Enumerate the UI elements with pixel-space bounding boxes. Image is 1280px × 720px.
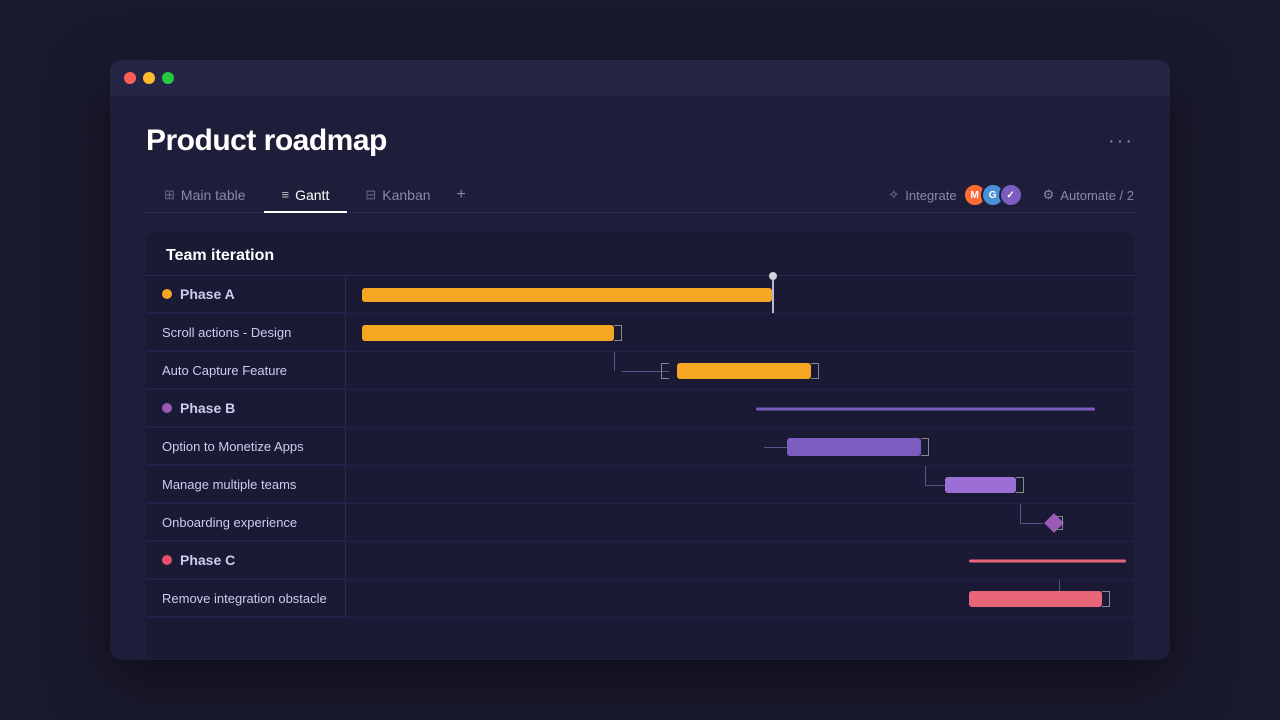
page-title: Product roadmap (146, 124, 387, 158)
add-tab-button[interactable]: + (449, 178, 474, 212)
kanban-icon: ⊟ (365, 187, 376, 203)
onboarding-connector-h (1020, 523, 1044, 524)
task-scroll-actions-chart (346, 314, 1134, 352)
today-dot (769, 272, 777, 280)
automate-button[interactable]: ⚙ Automate / 2 (1043, 187, 1134, 203)
tab-kanban[interactable]: ⊟ Kanban (347, 179, 448, 213)
phase-b-dot (162, 403, 172, 413)
phase-b-line (756, 407, 1095, 410)
gantt-section-title: Team iteration (166, 247, 274, 264)
onboarding-connector-v (1020, 504, 1021, 523)
tab-actions: ✧ Integrate M G ✓ ⚙ Automate / 2 (888, 183, 1134, 207)
connector-bracket-3 (811, 363, 819, 379)
manage-bar (945, 477, 1016, 493)
task-scroll-actions-label: Scroll actions - Design (146, 314, 346, 351)
gantt-icon: ≡ (282, 187, 290, 202)
phase-a-bar (362, 288, 772, 302)
manage-connector-v (925, 466, 926, 485)
phase-c-row: Phase C (146, 542, 1134, 580)
tab-main-table[interactable]: ⊞ Main table (146, 179, 264, 213)
tab-gantt-label: Gantt (295, 187, 329, 203)
maximize-button[interactable] (162, 72, 174, 84)
phase-a-label: Phase A (146, 276, 346, 313)
auto-capture-connector-v (614, 352, 615, 371)
task-scroll-actions-row: Scroll actions - Design (146, 314, 1134, 352)
phase-c-line (969, 559, 1127, 562)
close-button[interactable] (124, 72, 136, 84)
task-manage-label: Manage multiple teams (146, 466, 346, 503)
task-auto-capture-row: Auto Capture Feature (146, 352, 1134, 390)
phase-c-label: Phase C (146, 542, 346, 579)
phase-b-label: Phase B (146, 390, 346, 427)
phase-c-dot (162, 555, 172, 565)
tab-kanban-label: Kanban (382, 187, 430, 203)
task-onboarding-label: Onboarding experience (146, 504, 346, 541)
task-monetize-row: Option to Monetize Apps (146, 428, 1134, 466)
connector-bracket-2 (661, 363, 669, 379)
phase-a-dot (162, 289, 172, 299)
integrate-label: Integrate (905, 188, 956, 203)
avatar-group: M G ✓ (963, 183, 1023, 207)
task-monetize-chart (346, 428, 1134, 466)
phase-b-row: Phase B (146, 390, 1134, 428)
phase-a-chart (346, 276, 1134, 314)
more-options-button[interactable]: ··· (1108, 130, 1134, 153)
automate-label: Automate / 2 (1060, 188, 1134, 203)
avatar-3: ✓ (999, 183, 1023, 207)
phase-b-chart (346, 390, 1134, 428)
remove-bracket (1102, 591, 1110, 607)
page-header: Product roadmap ··· (146, 124, 1134, 158)
onboarding-bracket (1055, 516, 1063, 530)
task-onboarding-chart (346, 504, 1134, 542)
minimize-button[interactable] (143, 72, 155, 84)
monetize-bracket (921, 438, 929, 456)
automate-icon: ⚙ (1043, 187, 1055, 203)
task-auto-capture-chart (346, 352, 1134, 390)
task-onboarding-row: Onboarding experience (146, 504, 1134, 542)
connector-bracket-1 (614, 325, 622, 341)
tab-gantt[interactable]: ≡ Gantt (264, 179, 348, 213)
task-manage-chart (346, 466, 1134, 504)
remove-bar (969, 591, 1103, 607)
task-manage-row: Manage multiple teams (146, 466, 1134, 504)
task-monetize-label: Option to Monetize Apps (146, 428, 346, 465)
scroll-actions-bar (362, 325, 614, 341)
monetize-bar (787, 438, 921, 456)
app-window: Product roadmap ··· ⊞ Main table ≡ Gantt… (110, 60, 1170, 660)
gantt-container: Team iteration Phase A (146, 233, 1134, 659)
header-actions: ··· (1108, 130, 1134, 153)
gantt-header: Team iteration (146, 233, 1134, 276)
auto-capture-bar (677, 363, 811, 379)
main-content: Product roadmap ··· ⊞ Main table ≡ Gantt… (110, 96, 1170, 660)
tab-main-table-label: Main table (181, 187, 246, 203)
table-icon: ⊞ (164, 187, 175, 203)
monetize-arrow (764, 447, 788, 448)
phase-a-row: Phase A (146, 276, 1134, 314)
manage-bracket (1016, 477, 1024, 493)
phase-c-chart (346, 542, 1134, 580)
titlebar (110, 60, 1170, 96)
integrate-button[interactable]: ✧ Integrate M G ✓ (888, 183, 1022, 207)
integrate-icon: ✧ (888, 187, 899, 203)
task-remove-integration-label: Remove integration obstacle (146, 580, 346, 617)
today-line (772, 276, 774, 313)
task-remove-integration-chart (346, 580, 1134, 618)
task-remove-integration-row: Remove integration obstacle (146, 580, 1134, 618)
task-auto-capture-label: Auto Capture Feature (146, 352, 346, 389)
tab-bar: ⊞ Main table ≡ Gantt ⊟ Kanban + ✧ Integr… (146, 178, 1134, 213)
gantt-rows: Phase A Scroll actions - Design (146, 276, 1134, 618)
